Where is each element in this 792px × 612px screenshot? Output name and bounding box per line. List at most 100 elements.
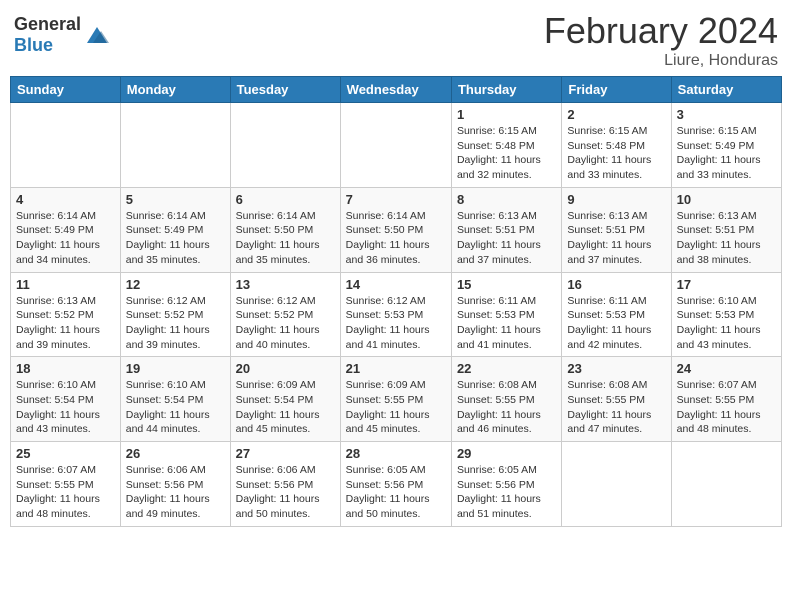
day-info: Sunrise: 6:06 AMSunset: 5:56 PMDaylight:… xyxy=(126,463,225,522)
day-info: Sunrise: 6:11 AMSunset: 5:53 PMDaylight:… xyxy=(457,294,556,353)
day-info: Sunrise: 6:09 AMSunset: 5:55 PMDaylight:… xyxy=(346,378,446,437)
day-info: Sunrise: 6:14 AMSunset: 5:50 PMDaylight:… xyxy=(346,209,446,268)
day-info: Sunrise: 6:12 AMSunset: 5:52 PMDaylight:… xyxy=(126,294,225,353)
table-row xyxy=(230,103,340,188)
table-row: 17 Sunrise: 6:10 AMSunset: 5:53 PMDayligh… xyxy=(671,272,781,357)
location-title: Liure, Honduras xyxy=(544,52,778,70)
day-info: Sunrise: 6:10 AMSunset: 5:54 PMDaylight:… xyxy=(126,378,225,437)
day-number: 6 xyxy=(236,192,335,207)
day-info: Sunrise: 6:11 AMSunset: 5:53 PMDaylight:… xyxy=(567,294,665,353)
table-row: 29Sunrise: 6:05 AMSunset: 5:56 PMDayligh… xyxy=(451,442,561,527)
table-row: 27 Sunrise: 6:06 AMSunset: 5:56 PMDayligh… xyxy=(230,442,340,527)
day-number: 22 xyxy=(457,361,556,376)
table-row xyxy=(120,103,230,188)
day-number: 21 xyxy=(346,361,446,376)
day-number: 20 xyxy=(236,361,335,376)
day-number: 25 xyxy=(16,446,115,461)
day-info: Sunrise: 6:07 AMSunset: 5:55 PMDaylight:… xyxy=(677,378,776,437)
day-number: 9 xyxy=(567,192,665,207)
header-sunday: Sunday xyxy=(11,77,121,103)
table-row: 11Sunrise: 6:13 AMSunset: 5:52 PMDayligh… xyxy=(11,272,121,357)
table-row: 8 Sunrise: 6:13 AMSunset: 5:51 PMDaylight… xyxy=(451,187,561,272)
table-row: 3 Sunrise: 6:15 AMSunset: 5:49 PMDaylight… xyxy=(671,103,781,188)
table-row: 10 Sunrise: 6:13 AMSunset: 5:51 PMDayligh… xyxy=(671,187,781,272)
day-info: Sunrise: 6:13 AMSunset: 5:51 PMDaylight:… xyxy=(457,209,556,268)
day-number: 28 xyxy=(346,446,446,461)
day-info: Sunrise: 6:15 AMSunset: 5:49 PMDaylight:… xyxy=(677,124,776,183)
day-number: 17 xyxy=(677,277,776,292)
logo-text: General Blue xyxy=(14,14,81,56)
table-row xyxy=(11,103,121,188)
day-number: 24 xyxy=(677,361,776,376)
table-row: 25 Sunrise: 6:07 AMSunset: 5:55 PMDayligh… xyxy=(11,442,121,527)
day-info: Sunrise: 6:14 AMSunset: 5:49 PMDaylight:… xyxy=(16,209,115,268)
table-row: 2Sunrise: 6:15 AMSunset: 5:48 PMDaylight… xyxy=(562,103,671,188)
day-number: 19 xyxy=(126,361,225,376)
table-row: 13Sunrise: 6:12 AMSunset: 5:52 PMDayligh… xyxy=(230,272,340,357)
day-info: Sunrise: 6:12 AMSunset: 5:53 PMDaylight:… xyxy=(346,294,446,353)
day-number: 13 xyxy=(236,277,335,292)
day-info: Sunrise: 6:13 AMSunset: 5:51 PMDaylight:… xyxy=(567,209,665,268)
day-number: 14 xyxy=(346,277,446,292)
day-info: Sunrise: 6:06 AMSunset: 5:56 PMDaylight:… xyxy=(236,463,335,522)
table-row: 22 Sunrise: 6:08 AMSunset: 5:55 PMDayligh… xyxy=(451,357,561,442)
day-info: Sunrise: 6:08 AMSunset: 5:55 PMDaylight:… xyxy=(457,378,556,437)
calendar-week-row: 18 Sunrise: 6:10 AMSunset: 5:54 PMDayligh… xyxy=(11,357,782,442)
table-row xyxy=(340,103,451,188)
day-info: Sunrise: 6:08 AMSunset: 5:55 PMDaylight:… xyxy=(567,378,665,437)
month-title: February 2024 xyxy=(544,10,778,52)
table-row: 26 Sunrise: 6:06 AMSunset: 5:56 PMDayligh… xyxy=(120,442,230,527)
title-section: February 2024 Liure, Honduras xyxy=(544,10,778,70)
calendar-week-row: 25 Sunrise: 6:07 AMSunset: 5:55 PMDayligh… xyxy=(11,442,782,527)
header-friday: Friday xyxy=(562,77,671,103)
logo-icon xyxy=(83,21,111,49)
day-number: 15 xyxy=(457,277,556,292)
table-row: 4 Sunrise: 6:14 AMSunset: 5:49 PMDaylight… xyxy=(11,187,121,272)
table-row: 9 Sunrise: 6:13 AMSunset: 5:51 PMDaylight… xyxy=(562,187,671,272)
day-info: Sunrise: 6:05 AMSunset: 5:56 PMDaylight:… xyxy=(457,463,556,522)
calendar-week-row: 11Sunrise: 6:13 AMSunset: 5:52 PMDayligh… xyxy=(11,272,782,357)
table-row xyxy=(671,442,781,527)
day-info: Sunrise: 6:15 AMSunset: 5:48 PMDaylight:… xyxy=(457,124,556,183)
table-row: 12 Sunrise: 6:12 AMSunset: 5:52 PMDayligh… xyxy=(120,272,230,357)
logo-blue: Blue xyxy=(14,35,53,55)
table-row: 20 Sunrise: 6:09 AMSunset: 5:54 PMDayligh… xyxy=(230,357,340,442)
day-info: Sunrise: 6:13 AMSunset: 5:51 PMDaylight:… xyxy=(677,209,776,268)
table-row: 24 Sunrise: 6:07 AMSunset: 5:55 PMDayligh… xyxy=(671,357,781,442)
logo-general: General xyxy=(14,14,81,34)
calendar-week-row: 4 Sunrise: 6:14 AMSunset: 5:49 PMDaylight… xyxy=(11,187,782,272)
header-tuesday: Tuesday xyxy=(230,77,340,103)
header-thursday: Thursday xyxy=(451,77,561,103)
day-number: 8 xyxy=(457,192,556,207)
table-row: 23 Sunrise: 6:08 AMSunset: 5:55 PMDayligh… xyxy=(562,357,671,442)
day-number: 23 xyxy=(567,361,665,376)
day-info: Sunrise: 6:14 AMSunset: 5:50 PMDaylight:… xyxy=(236,209,335,268)
day-number: 18 xyxy=(16,361,115,376)
day-number: 5 xyxy=(126,192,225,207)
table-row: 18Sunrise: 6:10 AMSunset: 5:54 PMDayligh… xyxy=(11,357,121,442)
calendar-week-row: 1Sunrise: 6:15 AMSunset: 5:48 PMDaylight… xyxy=(11,103,782,188)
day-info: Sunrise: 6:07 AMSunset: 5:55 PMDaylight:… xyxy=(16,463,115,522)
day-number: 3 xyxy=(677,107,776,122)
table-row: 21 Sunrise: 6:09 AMSunset: 5:55 PMDayligh… xyxy=(340,357,451,442)
table-row: 7Sunrise: 6:14 AMSunset: 5:50 PMDaylight… xyxy=(340,187,451,272)
day-info: Sunrise: 6:10 AMSunset: 5:53 PMDaylight:… xyxy=(677,294,776,353)
day-number: 2 xyxy=(567,107,665,122)
day-number: 27 xyxy=(236,446,335,461)
table-row: 16Sunrise: 6:11 AMSunset: 5:53 PMDayligh… xyxy=(562,272,671,357)
day-info: Sunrise: 6:14 AMSunset: 5:49 PMDaylight:… xyxy=(126,209,225,268)
table-row: 14 Sunrise: 6:12 AMSunset: 5:53 PMDayligh… xyxy=(340,272,451,357)
header-wednesday: Wednesday xyxy=(340,77,451,103)
header-monday: Monday xyxy=(120,77,230,103)
day-number: 26 xyxy=(126,446,225,461)
table-row: 19 Sunrise: 6:10 AMSunset: 5:54 PMDayligh… xyxy=(120,357,230,442)
page-header: General Blue February 2024 Liure, Hondur… xyxy=(10,10,782,70)
day-number: 4 xyxy=(16,192,115,207)
table-row: 6 Sunrise: 6:14 AMSunset: 5:50 PMDaylight… xyxy=(230,187,340,272)
table-row xyxy=(562,442,671,527)
day-number: 12 xyxy=(126,277,225,292)
table-row: 5 Sunrise: 6:14 AMSunset: 5:49 PMDaylight… xyxy=(120,187,230,272)
day-info: Sunrise: 6:09 AMSunset: 5:54 PMDaylight:… xyxy=(236,378,335,437)
table-row: 15 Sunrise: 6:11 AMSunset: 5:53 PMDayligh… xyxy=(451,272,561,357)
day-number: 10 xyxy=(677,192,776,207)
